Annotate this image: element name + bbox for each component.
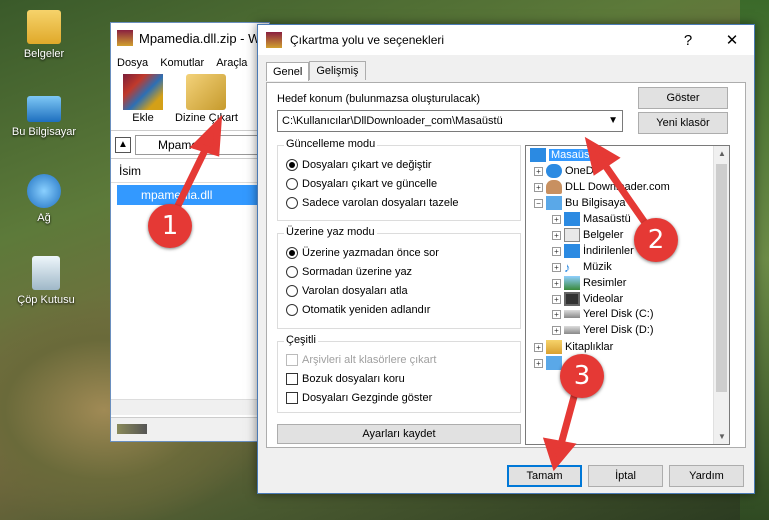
arrowhead-step-2 [584, 136, 621, 176]
arrow-step-2 [596, 154, 654, 234]
step-badge-2: 2 [634, 218, 678, 262]
step-badge-3: 3 [560, 354, 604, 398]
arrowhead-step-3 [542, 437, 577, 472]
step-badge-1: 1 [148, 204, 192, 248]
arrowhead-step-1 [189, 114, 223, 157]
